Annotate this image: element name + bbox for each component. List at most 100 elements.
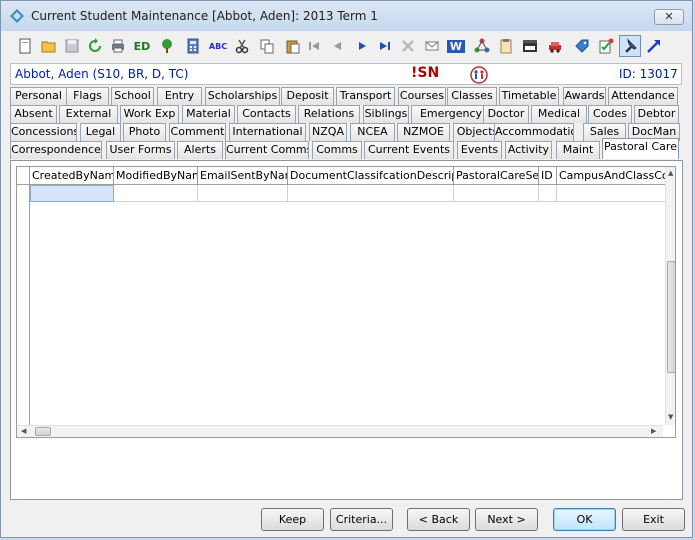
open-toolbar-button[interactable] <box>38 35 60 57</box>
edit-toolbar-button[interactable]: ED <box>131 35 153 57</box>
ok-button[interactable]: OK <box>553 508 616 531</box>
pin-toolbar-button[interactable] <box>619 35 641 57</box>
horizontal-scrollbar[interactable]: ◀ ▶ <box>17 425 663 437</box>
column-header[interactable]: ModifiedByName <box>114 167 198 185</box>
tab-medical[interactable]: Medical <box>531 105 587 123</box>
column-header[interactable]: DocumentClassifcationDescription <box>288 167 454 185</box>
tab-classes[interactable]: Classes <box>447 87 497 105</box>
column-header[interactable]: CampusAndClassCode <box>557 167 675 185</box>
special-needs-flag[interactable]: !SN <box>411 65 439 81</box>
scroll-up-icon[interactable]: ▲ <box>668 169 673 177</box>
tab-correspondence[interactable]: Correspondence <box>10 141 102 159</box>
tab-maint[interactable]: Maint <box>556 141 600 159</box>
tag-toolbar-button[interactable] <box>571 35 593 57</box>
email-toolbar-button[interactable] <box>421 35 443 57</box>
table-cell[interactable] <box>198 185 288 202</box>
tab-contacts[interactable]: Contacts <box>237 105 296 123</box>
vertical-scroll-thumb[interactable] <box>667 261 675 373</box>
table-row[interactable] <box>17 185 675 202</box>
next-button[interactable]: Next > <box>475 508 538 531</box>
tab-nzmoe[interactable]: NZMOE <box>397 123 450 141</box>
tab-absent[interactable]: Absent <box>10 105 57 123</box>
keep-button[interactable]: Keep <box>261 508 324 531</box>
arrow-toolbar-button[interactable] <box>643 35 665 57</box>
tab-activity[interactable]: Activity <box>505 141 552 159</box>
tab-entry[interactable]: Entry <box>157 87 202 105</box>
refresh-toolbar-button[interactable] <box>84 35 106 57</box>
column-header[interactable]: CreatedByName <box>30 167 114 185</box>
print-toolbar-button[interactable] <box>107 35 129 57</box>
column-header[interactable]: ID <box>539 167 557 185</box>
tab-current-comms[interactable]: Current Comms <box>225 141 309 159</box>
tab-work-exp[interactable]: Work Exp <box>120 105 179 123</box>
family-icon[interactable] <box>470 66 488 84</box>
tab-codes[interactable]: Codes <box>588 105 632 123</box>
exit-button[interactable]: Exit <box>622 508 685 531</box>
table-cell[interactable] <box>30 185 114 202</box>
tab-flags[interactable]: Flags <box>66 87 109 105</box>
first-record-toolbar-button[interactable] <box>303 35 325 57</box>
column-header[interactable]: PastoralCareSeq <box>454 167 539 185</box>
tab-photo[interactable]: Photo <box>123 123 166 141</box>
delete-toolbar-button[interactable] <box>397 35 419 57</box>
tab-pastoral-care[interactable]: Pastoral Care <box>602 138 679 159</box>
close-button[interactable]: ✕ <box>654 9 684 25</box>
edit-check-toolbar-button[interactable] <box>595 35 617 57</box>
tab-deposit[interactable]: Deposit <box>281 87 334 105</box>
word-toolbar-button[interactable]: W <box>445 35 467 57</box>
tab-scholarships[interactable]: Scholarships <box>205 87 280 105</box>
tab-awards[interactable]: Awards <box>563 87 606 105</box>
tab-current-events[interactable]: Current Events <box>364 141 454 159</box>
criteria-button[interactable]: Criteria... <box>330 508 393 531</box>
tab-timetable[interactable]: Timetable <box>499 87 559 105</box>
data-grid[interactable]: CreatedByNameModifiedByNameEmailSentByNa… <box>16 166 676 438</box>
tab-ncea[interactable]: NCEA <box>350 123 395 141</box>
copy-toolbar-button[interactable] <box>256 35 278 57</box>
table-cell[interactable] <box>539 185 557 202</box>
clipboard-toolbar-button[interactable] <box>495 35 517 57</box>
column-header[interactable]: EmailSentByName <box>198 167 288 185</box>
car-toolbar-button[interactable] <box>544 35 566 57</box>
tab-school[interactable]: School <box>111 87 154 105</box>
tab-relations[interactable]: Relations <box>298 105 360 123</box>
calculator-toolbar-button[interactable] <box>182 35 204 57</box>
tab-doctor[interactable]: Doctor <box>483 105 529 123</box>
scroll-right-icon[interactable]: ▶ <box>651 427 656 435</box>
tab-alerts[interactable]: Alerts <box>177 141 223 159</box>
tab-transport[interactable]: Transport <box>336 87 395 105</box>
tab-emergency[interactable]: Emergency <box>411 105 491 123</box>
horizontal-scroll-thumb[interactable] <box>35 427 51 436</box>
table-cell[interactable] <box>454 185 539 202</box>
tab-international[interactable]: International <box>229 123 306 141</box>
back-button[interactable]: < Back <box>407 508 470 531</box>
film-toolbar-button[interactable] <box>519 35 541 57</box>
scroll-down-icon[interactable]: ▼ <box>668 413 673 421</box>
tab-attendance[interactable]: Attendance <box>608 87 678 105</box>
tab-external[interactable]: External <box>59 105 118 123</box>
tab-concessions[interactable]: Concessions <box>10 123 77 141</box>
table-cell[interactable] <box>114 185 198 202</box>
next-record-toolbar-button[interactable] <box>351 35 373 57</box>
tab-user-forms[interactable]: User Forms <box>106 141 175 159</box>
cut-toolbar-button[interactable] <box>231 35 253 57</box>
paste-toolbar-button[interactable] <box>282 35 304 57</box>
tab-courses[interactable]: Courses <box>398 87 446 105</box>
vertical-scrollbar[interactable]: ▲ ▼ <box>665 167 675 425</box>
table-cell[interactable] <box>288 185 454 202</box>
tab-comms[interactable]: Comms <box>312 141 362 159</box>
last-record-toolbar-button[interactable] <box>374 35 396 57</box>
network-toolbar-button[interactable] <box>471 35 493 57</box>
tab-material[interactable]: Material <box>182 105 235 123</box>
scroll-left-icon[interactable]: ◀ <box>21 427 26 435</box>
table-cell[interactable] <box>557 185 675 202</box>
save-toolbar-button[interactable] <box>61 35 83 57</box>
tab-debtor[interactable]: Debtor <box>634 105 679 123</box>
tree-toolbar-button[interactable] <box>156 35 178 57</box>
tab-accommodation[interactable]: Accommodation <box>494 123 574 141</box>
tab-legal[interactable]: Legal <box>80 123 121 141</box>
tab-events[interactable]: Events <box>457 141 502 159</box>
previous-record-toolbar-button[interactable] <box>326 35 348 57</box>
tab-personal[interactable]: Personal <box>10 87 67 105</box>
tab-nzqa[interactable]: NZQA <box>309 123 347 141</box>
spellcheck-toolbar-button[interactable]: ABC <box>207 35 229 57</box>
